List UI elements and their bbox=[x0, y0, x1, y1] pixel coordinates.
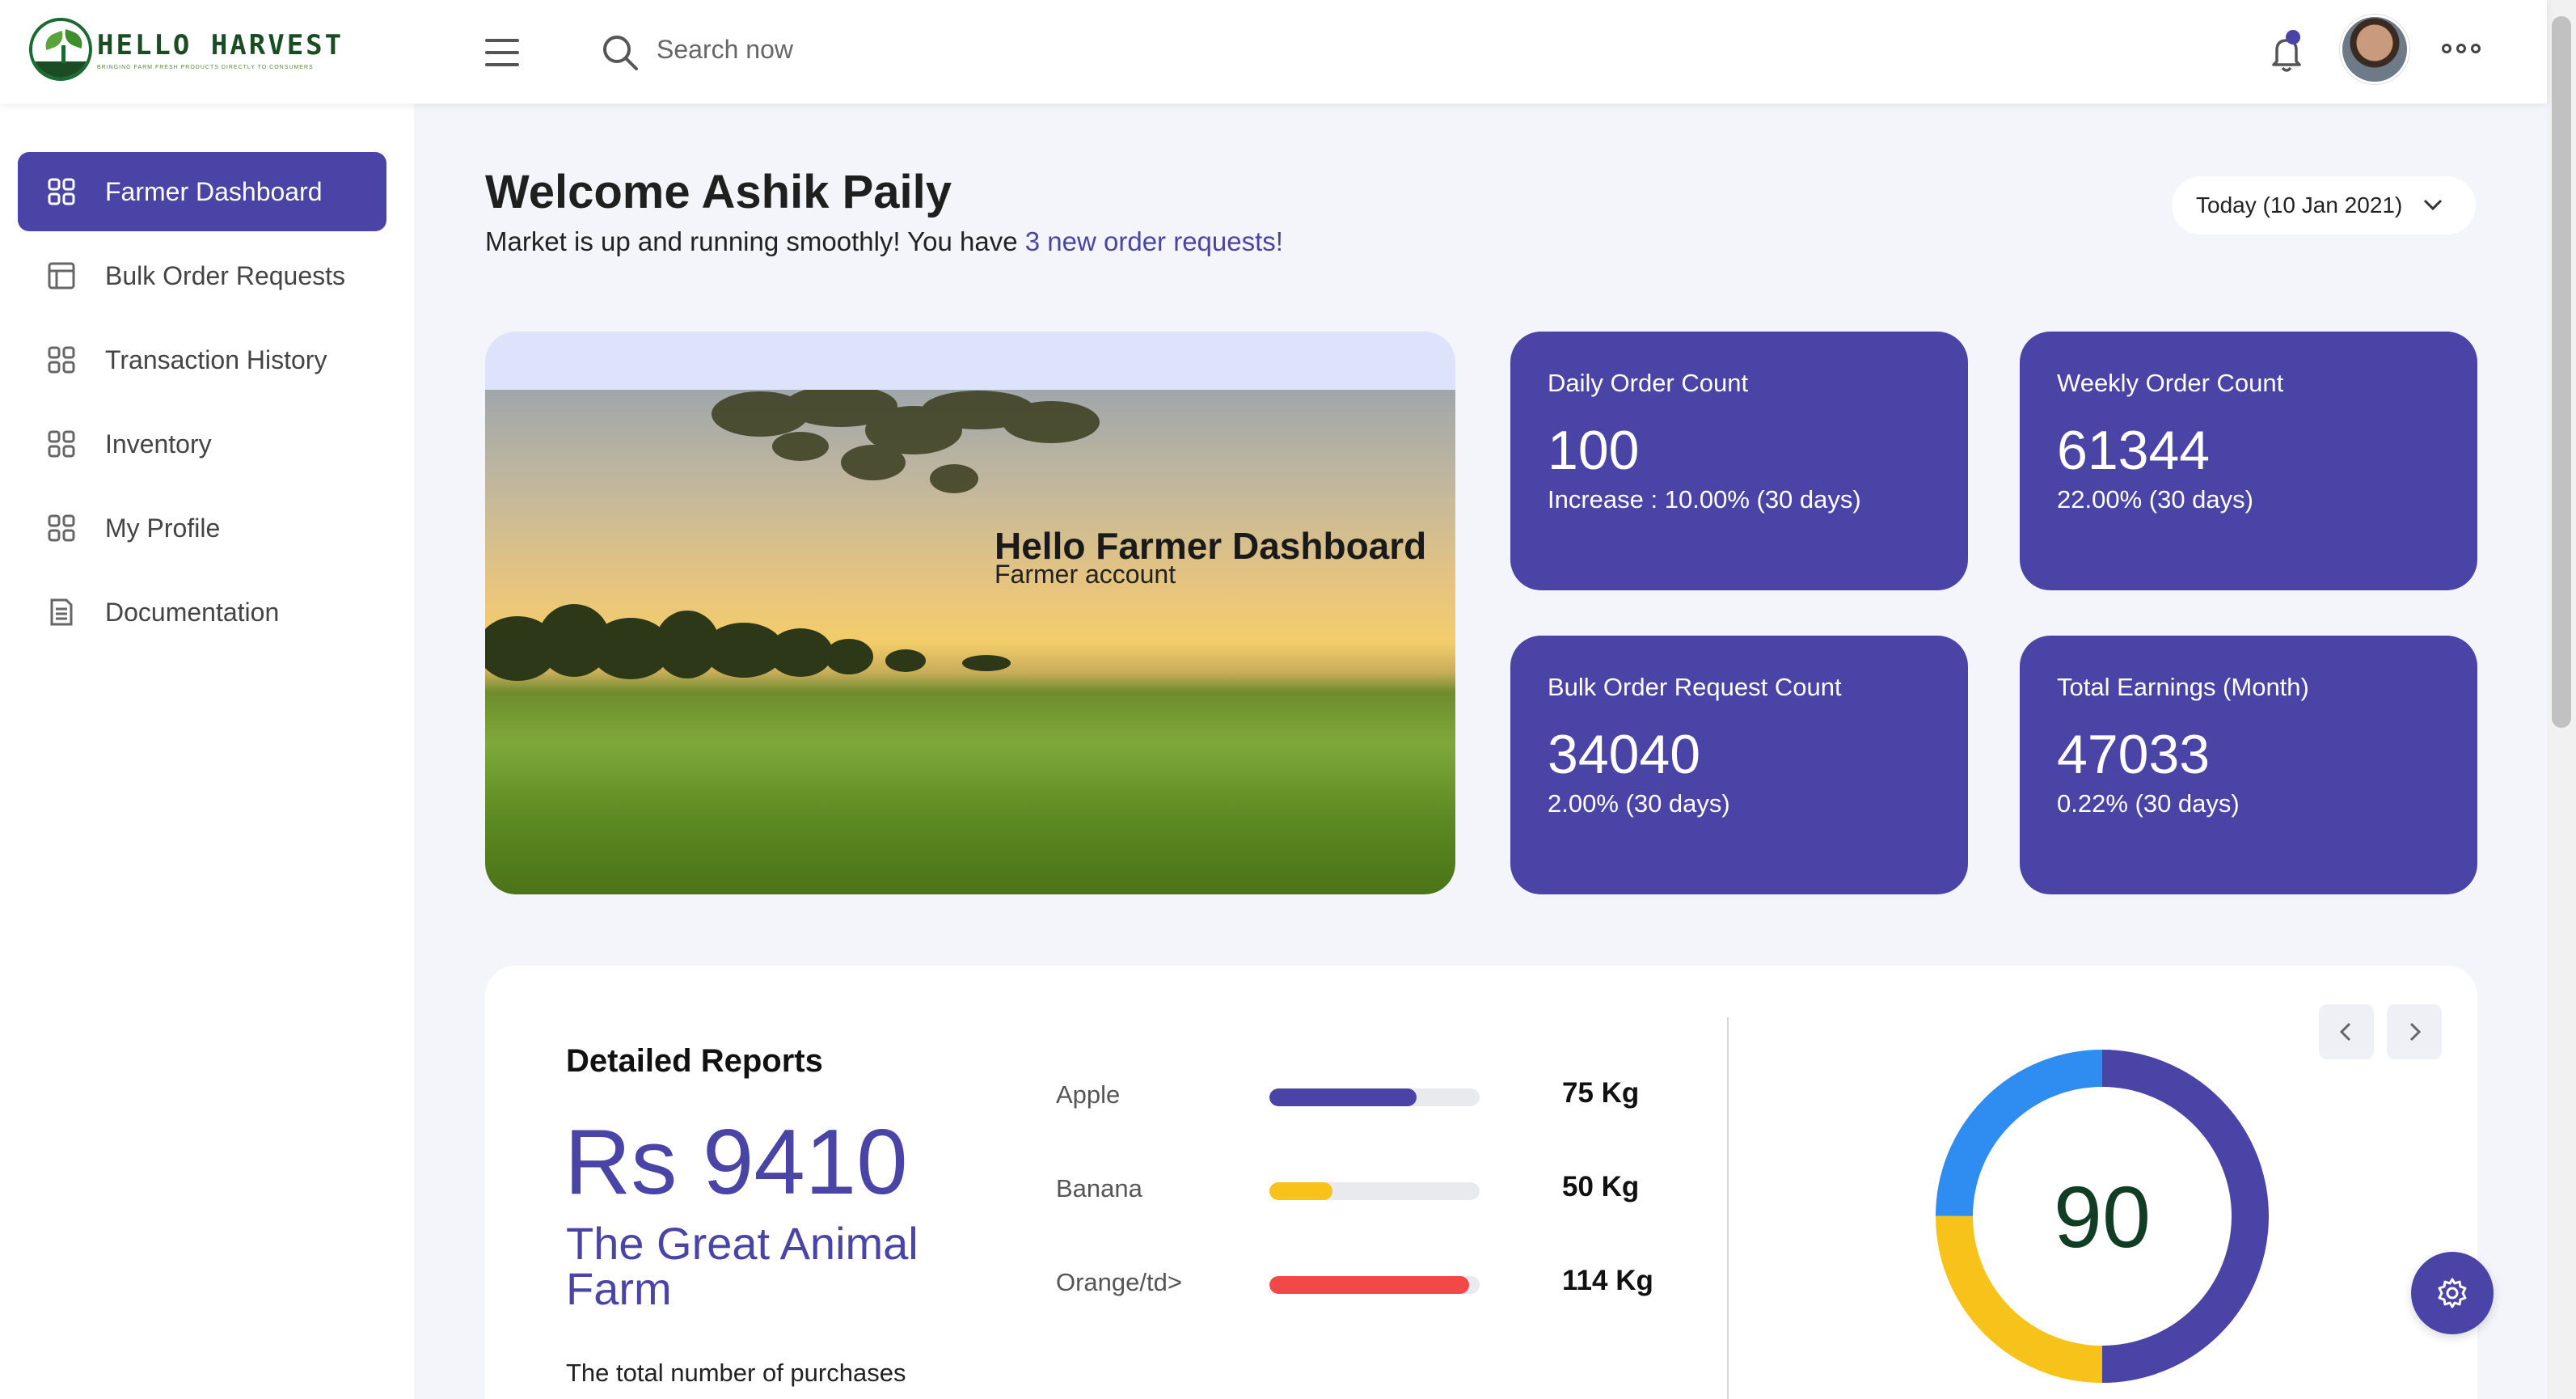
sidebar-item-farmer-dashboard[interactable]: Farmer Dashboard bbox=[18, 152, 386, 231]
brand-name: HELLO HARVEST bbox=[97, 28, 344, 61]
stat-value: 34040 bbox=[1548, 724, 1701, 785]
grid-icon bbox=[45, 512, 78, 544]
sidebar-item-label: Bulk Order Requests bbox=[105, 260, 346, 290]
stat-value: 61344 bbox=[2057, 420, 2211, 481]
chevron-left-icon bbox=[2339, 1022, 2351, 1042]
document-icon bbox=[45, 596, 78, 628]
sidebar-item-label: Inventory bbox=[105, 429, 212, 459]
item-progress-track bbox=[1269, 1276, 1480, 1294]
item-quantity: 114 Kg bbox=[1562, 1265, 1653, 1296]
stat-title: Total Earnings (Month) bbox=[2057, 673, 2309, 701]
scrollbar-thumb[interactable] bbox=[2552, 16, 2571, 728]
layout-icon bbox=[45, 260, 78, 292]
report-item-orange: Orange/td> 114 Kg bbox=[1056, 1262, 1703, 1302]
progress-donut: 90 bbox=[1932, 1046, 2272, 1386]
settings-button[interactable] bbox=[2411, 1252, 2494, 1334]
item-quantity: 50 Kg bbox=[1562, 1171, 1640, 1202]
logo-icon bbox=[29, 18, 92, 81]
stat-value: 47033 bbox=[2057, 724, 2211, 785]
stat-value: 100 bbox=[1548, 420, 1640, 481]
report-item-apple: Apple 75 Kg bbox=[1056, 1074, 1703, 1114]
item-progress-bar bbox=[1269, 1182, 1332, 1200]
item-name: Orange/td> bbox=[1056, 1268, 1182, 1296]
sidebar-item-label: My Profile bbox=[105, 513, 221, 543]
stat-card-total-earnings[interactable]: Total Earnings (Month) 47033 0.22% (30 d… bbox=[2020, 636, 2477, 894]
report-item-banana: Banana 50 Kg bbox=[1056, 1168, 1703, 1208]
sidebar-item-bulk-order-requests[interactable]: Bulk Order Requests bbox=[18, 236, 386, 315]
gear-icon bbox=[2438, 1278, 2467, 1308]
stat-card-daily-order-count[interactable]: Daily Order Count 100 Increase : 10.00% … bbox=[1510, 332, 1968, 590]
item-progress-track bbox=[1269, 1088, 1480, 1106]
tree-branch-graphic bbox=[712, 390, 1100, 493]
report-description: The total number of purchases bbox=[566, 1359, 906, 1387]
donut-value: 90 bbox=[2053, 1167, 2152, 1266]
date-filter-label: Today (10 Jan 2021) bbox=[2196, 192, 2403, 218]
brand-tagline: BRINGING FARM FRESH PRODUCTS DIRECTLY TO… bbox=[97, 64, 314, 70]
farm-landscape-image bbox=[485, 390, 1455, 894]
stat-title: Weekly Order Count bbox=[2057, 369, 2284, 397]
top-header: HELLO HARVEST BRINGING FARM FRESH PRODUC… bbox=[0, 0, 2547, 104]
sidebar-item-transaction-history[interactable]: Transaction History bbox=[18, 320, 386, 399]
item-progress-track bbox=[1269, 1182, 1480, 1200]
grid-icon bbox=[45, 428, 78, 460]
item-quantity: 75 Kg bbox=[1562, 1077, 1640, 1109]
page-scrollbar[interactable] bbox=[2547, 0, 2576, 1399]
next-button[interactable] bbox=[2387, 1004, 2442, 1059]
stat-card-weekly-order-count[interactable]: Weekly Order Count 61344 22.00% (30 days… bbox=[2020, 332, 2477, 590]
item-name: Banana bbox=[1056, 1174, 1142, 1202]
stat-card-bulk-order-request-count[interactable]: Bulk Order Request Count 34040 2.00% (30… bbox=[1510, 636, 1968, 894]
sidebar: Farmer Dashboard Bulk Order Requests Tra… bbox=[0, 104, 414, 1399]
detailed-reports-card: Detailed Reports Rs 9410 The Great Anima… bbox=[485, 966, 2477, 1399]
page-title: Welcome Ashik Paily bbox=[485, 166, 952, 218]
grid-icon bbox=[45, 344, 78, 376]
stat-change: Increase : 10.00% (30 days) bbox=[1548, 485, 1861, 514]
item-name: Apple bbox=[1056, 1080, 1121, 1109]
treeline-graphic bbox=[485, 604, 1011, 681]
sidebar-item-documentation[interactable]: Documentation bbox=[18, 573, 386, 652]
more-options-icon[interactable] bbox=[2442, 40, 2481, 57]
sidebar-item-label: Farmer Dashboard bbox=[105, 176, 323, 206]
stat-title: Bulk Order Request Count bbox=[1548, 673, 1842, 701]
notification-bell-icon[interactable] bbox=[2264, 29, 2309, 74]
new-order-requests-link[interactable]: 3 new order requests! bbox=[1025, 226, 1283, 256]
stat-title: Daily Order Count bbox=[1548, 369, 1749, 397]
date-filter-dropdown[interactable]: Today (10 Jan 2021) bbox=[2172, 176, 2476, 235]
grid-icon bbox=[45, 175, 78, 208]
stat-change: 2.00% (30 days) bbox=[1548, 789, 1730, 818]
chevron-right-icon bbox=[2409, 1022, 2422, 1042]
sidebar-item-label: Documentation bbox=[105, 597, 280, 627]
report-divider bbox=[1727, 1017, 1729, 1399]
previous-button[interactable] bbox=[2319, 1004, 2374, 1059]
chevron-down-icon bbox=[2423, 199, 2443, 211]
report-amount: Rs 9410 bbox=[564, 1111, 908, 1214]
report-farm-name: The Great Animal Farm bbox=[566, 1218, 918, 1314]
subtitle-text: Market is up and running smoothly! You h… bbox=[485, 226, 1025, 256]
search-icon[interactable] bbox=[600, 32, 640, 73]
menu-toggle-icon[interactable] bbox=[485, 39, 519, 66]
sidebar-item-label: Transaction History bbox=[105, 344, 327, 374]
stat-change: 0.22% (30 days) bbox=[2057, 789, 2240, 818]
brand-logo[interactable]: HELLO HARVEST BRINGING FARM FRESH PRODUC… bbox=[29, 18, 344, 81]
stat-change: 22.00% (30 days) bbox=[2057, 485, 2253, 514]
user-avatar[interactable] bbox=[2340, 15, 2409, 84]
search-input[interactable] bbox=[657, 29, 1142, 70]
sidebar-item-my-profile[interactable]: My Profile bbox=[18, 488, 386, 568]
item-progress-bar bbox=[1269, 1276, 1469, 1294]
sidebar-item-inventory[interactable]: Inventory bbox=[18, 404, 386, 484]
hero-subtitle: Farmer account bbox=[995, 560, 1176, 589]
report-title: Detailed Reports bbox=[566, 1043, 823, 1079]
welcome-subtitle: Market is up and running smoothly! You h… bbox=[485, 226, 1283, 257]
item-progress-bar bbox=[1269, 1088, 1417, 1106]
hero-banner: Hello Farmer Dashboard Farmer account bbox=[485, 332, 1455, 894]
